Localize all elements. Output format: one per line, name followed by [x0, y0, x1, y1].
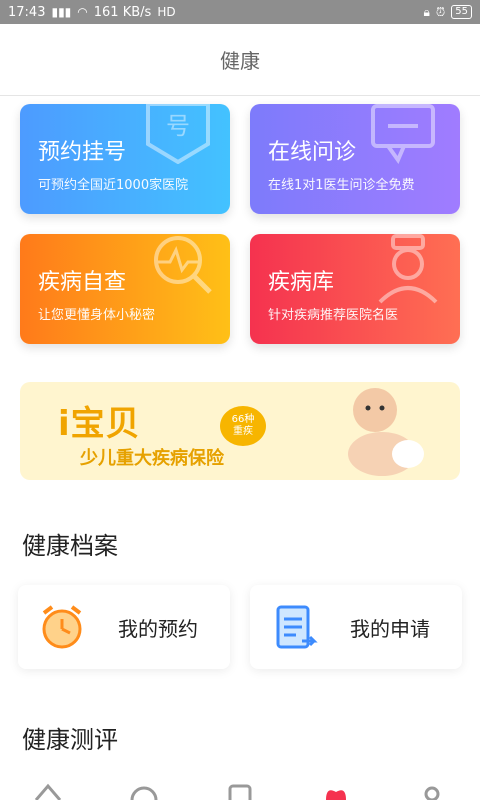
badge-bottom: 重疾: [233, 426, 253, 437]
hd-icon: HD: [157, 5, 176, 19]
badge-top: 66种: [231, 414, 255, 425]
my-applications-label: 我的申请: [350, 616, 430, 641]
page-header: 健康: [0, 24, 480, 96]
network-speed: 161 KB/s: [93, 4, 152, 20]
baby-image: [348, 388, 424, 476]
status-bar: 17:43 ▮▮▮ ◠ 161 KB/s HD 🔒︎ ⏰︎ 55: [0, 0, 480, 24]
insurance-banner[interactable]: i宝贝 66种 重疾 少儿重大疾病保险: [20, 382, 460, 480]
alarm-clock-icon: [36, 601, 88, 653]
my-appointments-label: 我的预约: [118, 616, 198, 641]
svg-text:号: 号: [166, 112, 190, 140]
my-applications-button[interactable]: 我的申请: [250, 585, 462, 669]
doctor-icon: [378, 234, 438, 304]
section-title-assessment: 健康测评: [22, 726, 118, 754]
card-consultation[interactable]: 在线问诊 在线1对1医生问诊全免费: [250, 104, 460, 214]
card-title: 预约挂号: [38, 140, 127, 165]
card-subtitle: 可预约全国近1000家医院: [38, 178, 189, 193]
search-pulse-icon: [154, 236, 212, 294]
profile-nav-icon[interactable]: [412, 782, 452, 800]
card-self-check[interactable]: 疾病自查 让您更懂身体小秘密: [20, 234, 230, 344]
banner-headline: i宝贝: [58, 404, 141, 444]
card-disease-library[interactable]: 疾病库 针对疾病推荐医院名医: [250, 234, 460, 344]
discover-nav-icon[interactable]: [124, 782, 164, 800]
card-title: 疾病库: [268, 270, 335, 295]
lock-icon: 🔒︎: [423, 5, 430, 19]
home-nav-icon[interactable]: [28, 782, 68, 800]
card-title: 在线问诊: [268, 140, 357, 165]
document-nav-icon[interactable]: [220, 782, 260, 800]
card-subtitle: 在线1对1医生问诊全免费: [268, 178, 415, 193]
signal-icon: ▮▮▮: [51, 5, 72, 19]
card-title: 疾病自查: [38, 270, 127, 295]
section-title-records: 健康档案: [22, 532, 118, 560]
battery-icon: 55: [451, 5, 472, 19]
alarm-icon: ⏰︎: [435, 5, 446, 19]
my-appointments-button[interactable]: 我的预约: [18, 585, 230, 669]
chat-icon: [371, 104, 435, 164]
page-title: 健康: [220, 49, 260, 73]
wifi-icon: ◠: [77, 5, 88, 19]
health-nav-icon[interactable]: [316, 782, 356, 800]
card-subtitle: 让您更懂身体小秘密: [38, 308, 156, 323]
document-icon: [268, 601, 320, 653]
bottom-navigation: [0, 776, 480, 800]
status-time: 17:43: [8, 4, 46, 20]
banner-subtitle: 少儿重大疾病保险: [80, 448, 224, 469]
ticket-icon: 号: [146, 104, 210, 164]
card-appointment[interactable]: 号 预约挂号 可预约全国近1000家医院: [20, 104, 230, 214]
banner-badge: 66种 重疾: [220, 406, 266, 446]
card-subtitle: 针对疾病推荐医院名医: [268, 308, 399, 323]
